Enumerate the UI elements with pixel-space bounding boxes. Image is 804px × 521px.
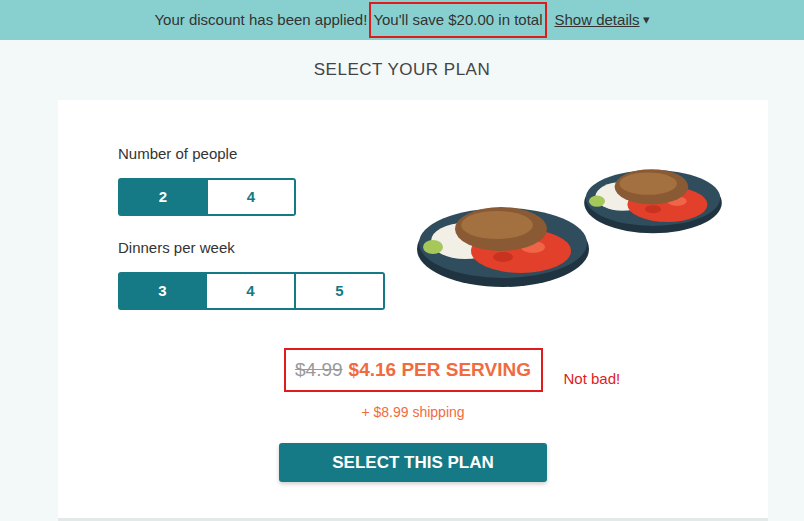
dinners-toggle: 345 xyxy=(118,272,385,310)
option-button[interactable]: 3 xyxy=(118,272,207,310)
meal-image xyxy=(408,148,728,298)
select-plan-button[interactable]: SELECT THIS PLAN xyxy=(279,443,547,482)
original-price: $4.99 xyxy=(295,356,343,385)
option-button[interactable]: 4 xyxy=(207,272,296,310)
option-button[interactable]: 4 xyxy=(208,178,296,216)
dinners-label: Dinners per week xyxy=(118,238,385,258)
current-price: $4.16 PER SERVING xyxy=(349,356,531,385)
option-button[interactable]: 5 xyxy=(296,272,385,310)
people-toggle: 24 xyxy=(118,178,385,216)
option-button[interactable]: 2 xyxy=(118,178,208,216)
caret-icon: ▾ xyxy=(643,10,650,30)
plan-title: SELECT YOUR PLAN xyxy=(0,40,804,100)
plan-card: Number of people24Dinners per week345$4.… xyxy=(58,100,768,521)
shipping-note: + $8.99 shipping xyxy=(118,402,708,423)
discount-banner: Your discount has been applied!You'll sa… xyxy=(0,0,804,40)
banner-highlight: You'll save $20.00 in total xyxy=(369,2,546,38)
banner-message: Your discount has been applied! xyxy=(154,9,367,32)
show-details-link[interactable]: Show details xyxy=(555,9,640,32)
annotation: Not bad! xyxy=(564,368,621,391)
price-box: $4.99$4.16 PER SERVING xyxy=(284,348,543,392)
people-label: Number of people xyxy=(118,144,385,164)
page: Your discount has been applied!You'll sa… xyxy=(0,0,804,521)
